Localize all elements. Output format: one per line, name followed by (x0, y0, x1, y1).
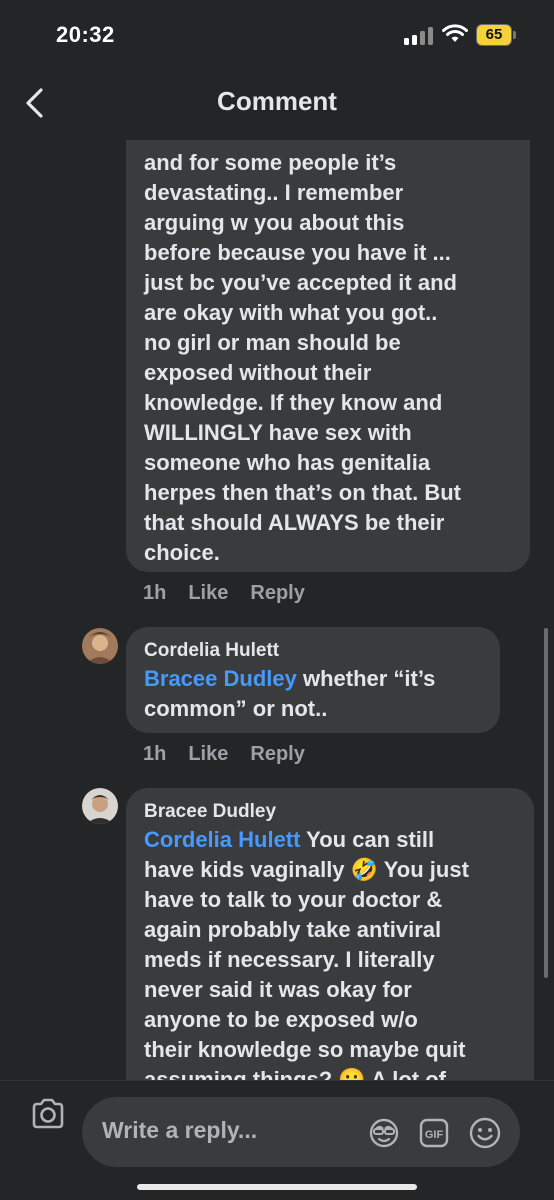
comment-bubble[interactable]: Bracee Dudley Cordelia Hulett You can st… (126, 788, 534, 1080)
gif-icon[interactable]: GIF (418, 1117, 450, 1149)
comment-text: have to talk to your doctor & (144, 887, 443, 912)
comment-line: knowledge. If they know and (144, 390, 443, 415)
comment-timestamp: 1h (143, 743, 167, 765)
comment-text: never said it was okay for (144, 977, 412, 1002)
status-bar: 20:32 65 (0, 0, 554, 72)
reply-button[interactable]: Reply (250, 743, 304, 765)
comment-line: are okay with what you got.. (144, 300, 438, 325)
status-time: 20:32 (56, 22, 115, 47)
comment-actions: 1h Like Reply (143, 743, 327, 766)
comment-line: exposed without their (144, 360, 372, 385)
comment-text: anyone to be exposed w/o (144, 1007, 418, 1032)
header: Comment (0, 72, 554, 136)
comment-line: no girl or man should be (144, 330, 401, 355)
avatar[interactable] (82, 628, 118, 664)
comment-line: that should ALWAYS be their (144, 510, 445, 535)
comment-author[interactable]: Cordelia Hulett (144, 637, 482, 664)
like-button[interactable]: Like (188, 582, 228, 604)
cellular-signal-icon (404, 27, 434, 45)
comment-text: whether “it’s (296, 666, 436, 691)
comment-line: WILLINGLY have sex with (144, 420, 412, 445)
reply-placeholder: Write a reply... (102, 1117, 258, 1143)
reply-bar: Write a reply... GIF (0, 1080, 554, 1200)
battery-level: 65 (485, 26, 503, 43)
comment-author[interactable]: Bracee Dudley (144, 798, 516, 825)
wifi-icon (442, 24, 468, 42)
comment-line: devastating.. I remember (144, 180, 404, 205)
camera-icon[interactable] (30, 1097, 66, 1131)
comment-actions: 1h Like Reply (143, 582, 327, 605)
comment-text: have kids vaginally 🤣 You just (144, 857, 469, 882)
comment-bubble[interactable]: and for some people it’s devastating.. I… (126, 140, 530, 572)
comment-text: You can still (300, 827, 435, 852)
sticker-icon[interactable] (368, 1117, 400, 1149)
mention-link[interactable]: Bracee Dudley (144, 666, 297, 691)
scrollbar[interactable] (544, 628, 548, 978)
battery-icon: 65 (476, 24, 516, 46)
comment-text: common” or not.. (144, 696, 328, 721)
reply-button[interactable]: Reply (250, 582, 304, 604)
reply-input[interactable]: Write a reply... GIF (82, 1097, 520, 1167)
comment-line: someone who has genitalia (144, 450, 431, 475)
mention-link[interactable]: Cordelia Hulett (144, 827, 300, 852)
comment-line: choice. (144, 540, 220, 565)
comment-text: their knowledge so maybe quit (144, 1037, 466, 1062)
comment-line: herpes then that’s on that. But (144, 480, 461, 505)
comment-line: before because you have it ... (144, 240, 451, 265)
comment-text: assuming things? 😬 A lot of (144, 1067, 446, 1080)
comment-line: arguing w you about this (144, 210, 405, 235)
emoji-icon[interactable] (468, 1116, 502, 1150)
comment-bubble[interactable]: Cordelia Hulett Bracee Dudley whether “i… (126, 627, 500, 733)
comment-line: just bc you’ve accepted it and (144, 270, 457, 295)
page-title: Comment (217, 86, 337, 116)
home-indicator (137, 1184, 417, 1190)
like-button[interactable]: Like (188, 743, 228, 765)
avatar[interactable] (82, 788, 118, 824)
comment-thread[interactable]: and for some people it’s devastating.. I… (0, 140, 554, 1080)
comment-text: meds if necessary. I literally (144, 947, 435, 972)
svg-text:GIF: GIF (425, 1129, 444, 1141)
comment-timestamp: 1h (143, 582, 167, 604)
comment-text: again probably take antiviral (144, 917, 442, 942)
comment-line: and for some people it’s (144, 150, 397, 175)
